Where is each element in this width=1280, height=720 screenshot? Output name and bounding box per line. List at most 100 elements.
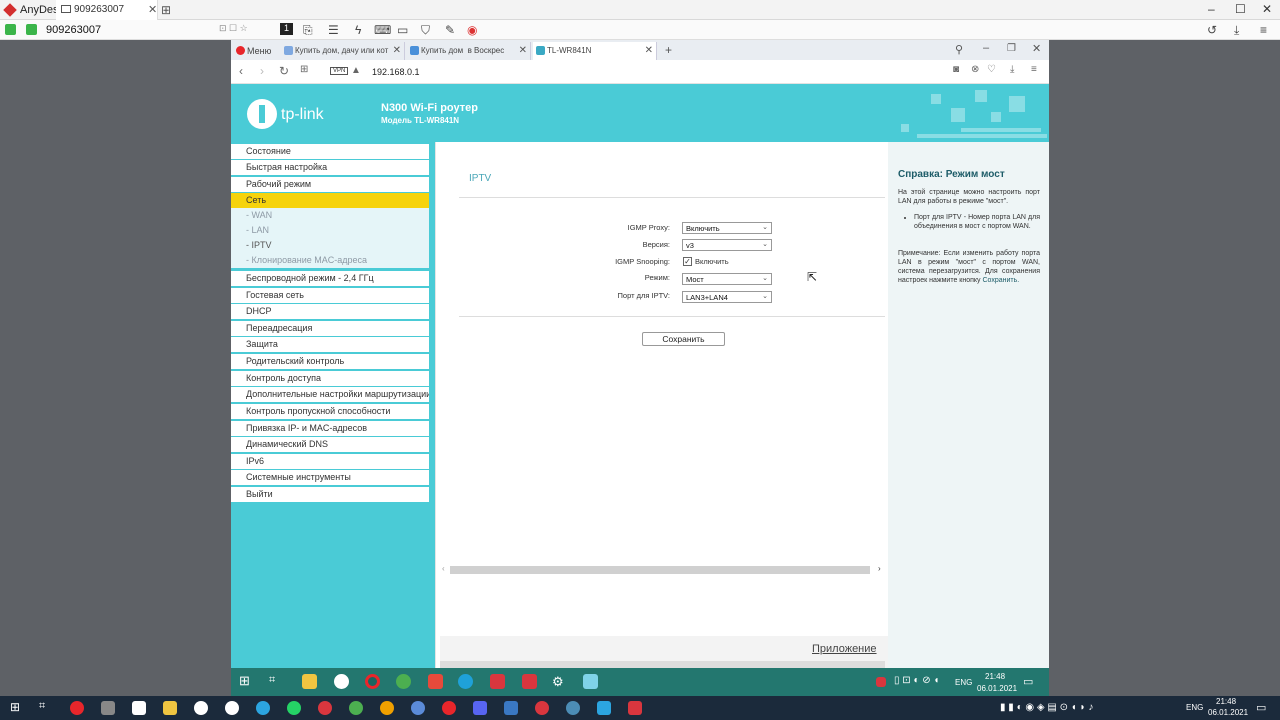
- menu-mac-clone[interactable]: - Клонирование MAC-адреса: [231, 253, 429, 268]
- close-icon[interactable]: ✕: [1032, 42, 1041, 55]
- menu-logout[interactable]: Выйти: [231, 487, 429, 502]
- shield-icon[interactable]: ⛉: [421, 23, 430, 38]
- opera-icon[interactable]: [365, 674, 380, 689]
- chrome-icon[interactable]: [349, 701, 363, 715]
- menu-system-tools[interactable]: Системные инструменты: [231, 470, 429, 485]
- app-icon[interactable]: [225, 701, 239, 715]
- start-icon[interactable]: ⊞: [239, 673, 254, 688]
- menu-lan[interactable]: - LAN: [231, 223, 429, 238]
- close-tab-icon[interactable]: ✕: [393, 45, 401, 56]
- file-transfer-icon[interactable]: ⎘: [303, 23, 313, 38]
- tray-icons[interactable]: ▯ ⊡ ◐ ⊘ ◖: [894, 675, 939, 686]
- opera-icon[interactable]: [70, 701, 84, 715]
- start-icon[interactable]: ⊞: [10, 700, 24, 714]
- discord-icon[interactable]: [473, 701, 487, 715]
- calculator-icon[interactable]: [101, 701, 115, 715]
- menu-quick-setup[interactable]: Быстрая настройка: [231, 160, 429, 175]
- download-icon[interactable]: ⤓: [1234, 23, 1239, 38]
- version-select[interactable]: v3 ⌄: [682, 239, 772, 251]
- task-view-icon[interactable]: ⌗: [39, 700, 53, 714]
- notepad-icon[interactable]: [132, 701, 146, 715]
- whatsapp-icon[interactable]: [287, 701, 301, 715]
- vivaldi-icon[interactable]: [535, 701, 549, 715]
- camera-icon[interactable]: ◙: [953, 64, 959, 75]
- vivaldi-icon[interactable]: [318, 701, 332, 715]
- anydesk-icon[interactable]: [522, 674, 537, 689]
- app-icon[interactable]: [442, 701, 456, 715]
- tab-router[interactable]: TL-WR841N ✕: [533, 42, 657, 60]
- task-view-icon[interactable]: ⌗: [269, 674, 284, 689]
- chat-icon[interactable]: ☰: [328, 23, 339, 37]
- horizontal-scrollbar[interactable]: ‹ ›: [442, 564, 885, 574]
- menu-status[interactable]: Состояние: [231, 144, 429, 159]
- adblock-icon[interactable]: ⊗: [971, 64, 979, 75]
- pen-icon[interactable]: ✎: [445, 23, 455, 37]
- scroll-right-icon[interactable]: ›: [878, 564, 881, 573]
- mail-icon[interactable]: [504, 701, 518, 715]
- notification-icon[interactable]: ▭: [1256, 701, 1266, 714]
- display-icon[interactable]: ▭: [397, 23, 408, 37]
- menu-guest-network[interactable]: Гостевая сеть: [231, 288, 429, 303]
- lightning-icon[interactable]: ϟ: [355, 23, 361, 37]
- tab-listing-2[interactable]: Купить дом в Воскрес ✕: [407, 42, 531, 60]
- menu-network[interactable]: Сеть: [231, 193, 429, 208]
- new-tab-button[interactable]: +: [665, 43, 672, 57]
- history-icon[interactable]: ↺: [1207, 23, 1217, 37]
- menu-dhcp[interactable]: DHCP: [231, 304, 429, 319]
- menu-ip-mac-binding[interactable]: Привязка IP- и MAC-адресов: [231, 421, 429, 436]
- url-field[interactable]: 192.168.0.1: [372, 67, 420, 77]
- session-tab[interactable]: 909263007 ✕: [56, 0, 158, 20]
- app-link[interactable]: Приложение: [812, 643, 877, 655]
- telegram-icon[interactable]: [256, 701, 270, 715]
- edge-icon[interactable]: [458, 674, 473, 689]
- explorer-icon[interactable]: [163, 701, 177, 715]
- forward-icon[interactable]: ›: [260, 64, 264, 78]
- search-icon[interactable]: [380, 701, 394, 715]
- menu-bandwidth-control[interactable]: Контроль пропускной способности: [231, 404, 429, 419]
- close-tab-icon[interactable]: ✕: [645, 45, 653, 56]
- menu-wireless[interactable]: Беспроводной режим - 2,4 ГГц: [231, 271, 429, 286]
- menu-wan[interactable]: - WAN: [231, 208, 429, 223]
- menu-icon[interactable]: ≡: [1260, 23, 1267, 37]
- keyboard-icon[interactable]: 1: [280, 23, 293, 35]
- igmp-proxy-select[interactable]: Включить ⌄: [682, 222, 772, 234]
- close-tab-icon[interactable]: ✕: [519, 45, 527, 56]
- yandex-browser-icon[interactable]: [428, 674, 443, 689]
- keyboard-layout-icon[interactable]: ⌨: [374, 23, 391, 37]
- heart-icon[interactable]: ♡: [987, 64, 996, 75]
- tabs-grid-icon[interactable]: ⊞: [300, 64, 308, 75]
- menu-advanced-routing[interactable]: Дополнительные настройки маршрутизации: [231, 387, 429, 402]
- maximize-button[interactable]: ☐: [1235, 2, 1246, 16]
- vpn-badge[interactable]: VPN: [330, 67, 349, 75]
- warning-icon[interactable]: ▲: [351, 65, 361, 76]
- app-icon[interactable]: [566, 701, 580, 715]
- tray-icons[interactable]: ▮ ▮ ◐ ◉ ◈ ▤ ⊙ ◖ ◗ ♪: [1000, 702, 1093, 713]
- easy-setup-icon[interactable]: ≡: [1031, 64, 1037, 75]
- help-save-link[interactable]: Сохранить.: [983, 277, 1020, 284]
- mode-select[interactable]: Мост ⌄: [682, 273, 772, 285]
- app-icon[interactable]: [411, 701, 425, 715]
- menu-ddns[interactable]: Динамический DNS: [231, 437, 429, 452]
- address-tools-icon[interactable]: ⊡ ☐ ☆: [219, 23, 248, 34]
- close-button[interactable]: ✕: [1262, 2, 1272, 16]
- menu-forwarding[interactable]: Переадресация: [231, 321, 429, 336]
- bottom-scrollbar[interactable]: [440, 661, 885, 668]
- scroll-left-icon[interactable]: ‹: [442, 564, 445, 573]
- anydesk-icon[interactable]: [490, 674, 505, 689]
- minimize-icon[interactable]: –: [983, 42, 989, 54]
- iptv-port-select[interactable]: LAN3+LAN4 ⌄: [682, 291, 772, 303]
- tab-menu[interactable]: Меню: [233, 42, 279, 60]
- restore-icon[interactable]: ❐: [1007, 43, 1016, 54]
- language-indicator[interactable]: ENG: [955, 678, 972, 687]
- notification-icon[interactable]: ▭: [1023, 675, 1033, 688]
- save-button[interactable]: Сохранить: [642, 332, 725, 346]
- menu-operation-mode[interactable]: Рабочий режим: [231, 177, 429, 192]
- tab-listing-1[interactable]: Купить дом, дачу или кот ✕: [281, 42, 405, 60]
- close-tab-icon[interactable]: ✕: [148, 3, 157, 16]
- minimize-button[interactable]: –: [1208, 2, 1215, 16]
- app-icon[interactable]: [194, 701, 208, 715]
- menu-access-control[interactable]: Контроль доступа: [231, 371, 429, 386]
- new-session-icon[interactable]: ⊞: [161, 3, 171, 17]
- menu-parental-control[interactable]: Родительский контроль: [231, 354, 429, 369]
- menu-ipv6[interactable]: IPv6: [231, 454, 429, 469]
